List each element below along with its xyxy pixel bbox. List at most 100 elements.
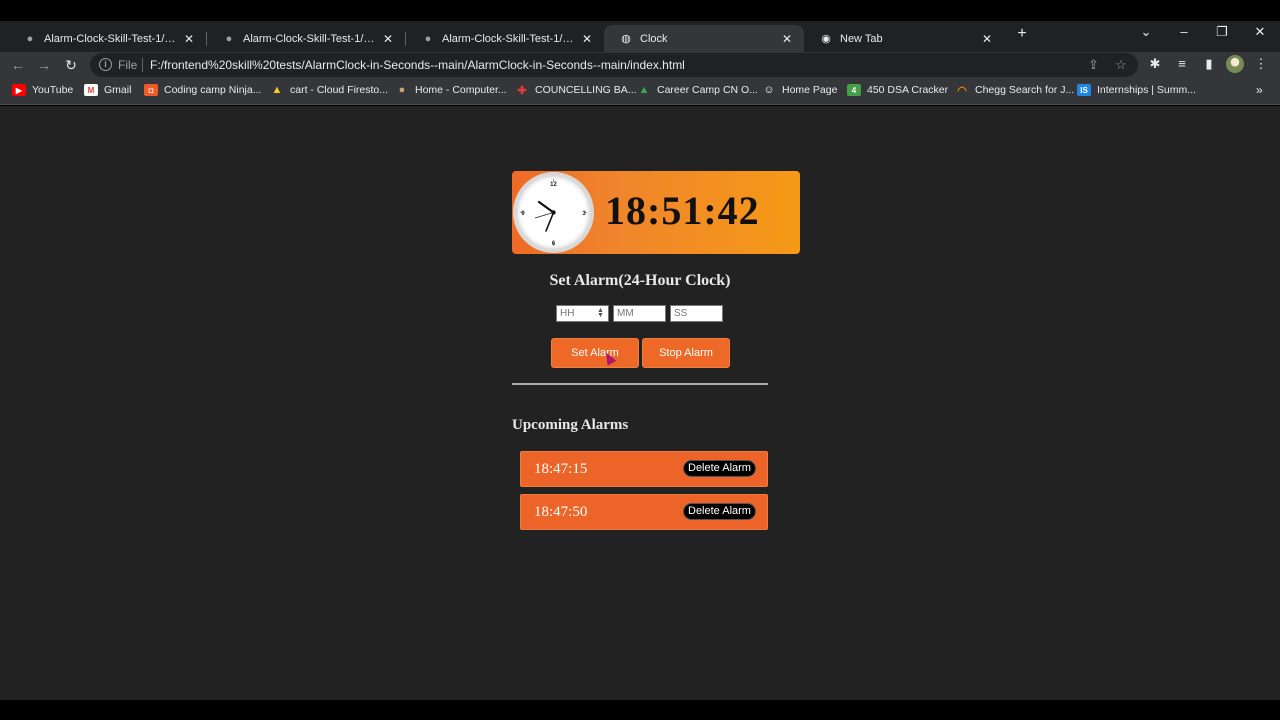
tab-title: Alarm-Clock-Skill-Test-1/index.js xyxy=(442,32,574,45)
set-alarm-heading: Set Alarm(24-Hour Clock) xyxy=(549,272,731,289)
bookmark-star-icon[interactable]: ☆ xyxy=(1115,57,1127,73)
bookmark-label: YouTube xyxy=(32,84,74,96)
back-icon[interactable]: ← xyxy=(9,56,27,74)
four-icon: 4 xyxy=(847,84,861,96)
reload-icon[interactable]: ↻ xyxy=(62,56,80,74)
alarm-time: 18:47:15 xyxy=(534,461,588,477)
bookmark-coding-camp[interactable]: ◘ Coding camp Ninja... xyxy=(144,84,261,96)
bookmark-internships[interactable]: IS Internships | Summ... xyxy=(1077,84,1196,96)
firebase-icon: ▲ xyxy=(271,84,283,96)
hour-hand xyxy=(537,200,555,214)
chrome-icon: ◉ xyxy=(821,33,831,45)
github-icon: ● xyxy=(225,32,233,45)
github-icon: ● xyxy=(26,32,34,45)
dial-number-3: 3 xyxy=(582,211,586,217)
analog-clock-face: 12 3 6 9 xyxy=(520,179,587,247)
dial-number-9: 9 xyxy=(521,211,525,217)
bookmark-label: Coding camp Ninja... xyxy=(164,84,262,96)
tab-title: Clock xyxy=(640,32,668,45)
extensions-icon[interactable]: ✱ xyxy=(1146,56,1164,72)
url-text[interactable]: F:/frontend%20skill%20tests/AlarmClock-i… xyxy=(150,58,685,72)
second-hand xyxy=(534,212,554,219)
tab-clock[interactable]: ◍ Clock ✕ xyxy=(604,25,804,52)
upcoming-alarms-heading: Upcoming Alarms xyxy=(512,417,629,433)
bookmark-career-camp[interactable]: ▲ Career Camp CN O... xyxy=(637,84,758,96)
puzzle-icon: ✚ xyxy=(517,84,527,97)
tab-strip: ● Alarm-Clock-Skill-Test-1/index.ht ✕ ● … xyxy=(0,21,1280,52)
bookmark-councelling[interactable]: ✚ COUNCELLING BA... xyxy=(515,84,637,97)
address-divider xyxy=(142,58,143,72)
analog-clock: 12 3 6 9 xyxy=(513,172,594,253)
new-tab-button[interactable]: + xyxy=(1013,25,1031,43)
tab-index-css[interactable]: ● Alarm-Clock-Skill-Test-1/index.cs ✕ xyxy=(207,25,405,52)
close-tab-icon[interactable]: ✕ xyxy=(780,32,794,46)
close-tab-icon[interactable]: ✕ xyxy=(381,32,395,46)
tab-new-tab[interactable]: ◉ New Tab ✕ xyxy=(804,25,1004,52)
bookmark-label: 450 DSA Cracker xyxy=(867,84,949,96)
chegg-icon: ◠ xyxy=(957,84,967,97)
minute-hand xyxy=(545,211,555,232)
number-spinner-icon[interactable]: ▲ ▼ xyxy=(597,307,604,319)
clock-center-dot xyxy=(551,210,556,215)
stop-alarm-button[interactable]: Stop Alarm xyxy=(642,338,730,368)
set-alarm-button[interactable]: Set Alarm xyxy=(551,338,639,368)
close-tab-icon[interactable]: ✕ xyxy=(980,32,994,46)
bookmark-label: Home Page xyxy=(782,84,838,96)
digital-time: 18:51:42 xyxy=(605,188,760,233)
bookmark-label: Chegg Search for J... xyxy=(975,84,1075,96)
seconds-input[interactable] xyxy=(670,305,723,322)
bookmark-home-page[interactable]: ☺ Home Page xyxy=(762,84,837,96)
side-panel-icon[interactable]: ▮ xyxy=(1200,56,1218,72)
bottom-letterbox xyxy=(0,700,1280,720)
section-divider xyxy=(512,383,768,385)
profile-avatar[interactable] xyxy=(1226,55,1244,73)
media-control-icon[interactable]: ≡ xyxy=(1173,56,1191,71)
bookmark-youtube[interactable]: ▶ YouTube xyxy=(12,84,73,96)
minutes-input[interactable] xyxy=(613,305,666,322)
globe-icon: ◍ xyxy=(621,33,631,45)
bookmark-label: cart - Cloud Firesto... xyxy=(290,84,389,96)
tab-title: Alarm-Clock-Skill-Test-1/index.ht xyxy=(44,32,176,45)
gmail-icon: M xyxy=(84,84,98,96)
bookmark-label: Home - Computer... xyxy=(415,84,507,96)
clock-panel: 12 3 6 9 18:51:42 xyxy=(512,171,800,254)
top-letterbox xyxy=(0,0,1280,21)
more-bookmarks-icon[interactable]: » xyxy=(1256,83,1263,97)
bookmark-label: COUNCELLING BA... xyxy=(535,84,637,96)
page-content: 12 3 6 9 18:51:42 Set Alarm(24-Hour Cloc… xyxy=(0,106,1280,700)
alarm-list-item: 18:47:15 Delete Alarm xyxy=(520,451,768,487)
youtube-icon: ▶ xyxy=(12,84,26,96)
tab-index-js[interactable]: ● Alarm-Clock-Skill-Test-1/index.js ✕ xyxy=(406,25,604,52)
bookmarks-bar: ▶ YouTube M Gmail ◘ Coding camp Ninja... ▲ c… xyxy=(0,78,1280,105)
delete-alarm-button[interactable]: Delete Alarm xyxy=(683,460,756,477)
restore-icon[interactable]: ❐ xyxy=(1213,24,1231,40)
forward-icon[interactable]: → xyxy=(35,56,53,74)
address-bar[interactable]: i File F:/frontend%20skill%20tests/Alarm… xyxy=(90,53,1138,77)
bookmark-home-computer[interactable]: ● Home - Computer... xyxy=(395,84,507,96)
bookmark-gmail[interactable]: M Gmail xyxy=(84,84,131,96)
github-icon: ● xyxy=(424,32,432,45)
bookmark-firestore[interactable]: ▲ cart - Cloud Firesto... xyxy=(270,84,388,96)
face-icon: ☺ xyxy=(763,84,775,96)
bookmark-label: Internships | Summ... xyxy=(1097,84,1197,96)
delete-alarm-button[interactable]: Delete Alarm xyxy=(683,503,756,520)
close-tab-icon[interactable]: ✕ xyxy=(182,32,196,46)
info-icon[interactable]: i xyxy=(99,58,112,71)
dial-number-12: 12 xyxy=(550,182,557,188)
share-icon[interactable]: ⇪ xyxy=(1088,57,1099,73)
ninja-icon: ◘ xyxy=(144,84,158,96)
bookmark-chegg[interactable]: ◠ Chegg Search for J... xyxy=(955,84,1075,97)
minimize-icon[interactable]: – xyxy=(1175,24,1193,39)
scheme-label: File xyxy=(118,58,138,72)
bookmark-label: Career Camp CN O... xyxy=(657,84,758,96)
dial-number-6: 6 xyxy=(552,241,556,247)
owl-icon: ● xyxy=(398,84,406,96)
tab-index-html[interactable]: ● Alarm-Clock-Skill-Test-1/index.ht ✕ xyxy=(8,25,206,52)
close-tab-icon[interactable]: ✕ xyxy=(580,32,594,46)
bookmark-dsa-cracker[interactable]: 4 450 DSA Cracker xyxy=(847,84,948,96)
browser-toolbar: ← → ↻ i File F:/frontend%20skill%20tests… xyxy=(0,52,1280,78)
close-window-icon[interactable]: ✕ xyxy=(1251,24,1269,40)
menu-icon[interactable]: ⋮ xyxy=(1252,56,1270,72)
tab-title: New Tab xyxy=(840,32,883,45)
tab-search-icon[interactable]: ⌄ xyxy=(1137,24,1155,40)
